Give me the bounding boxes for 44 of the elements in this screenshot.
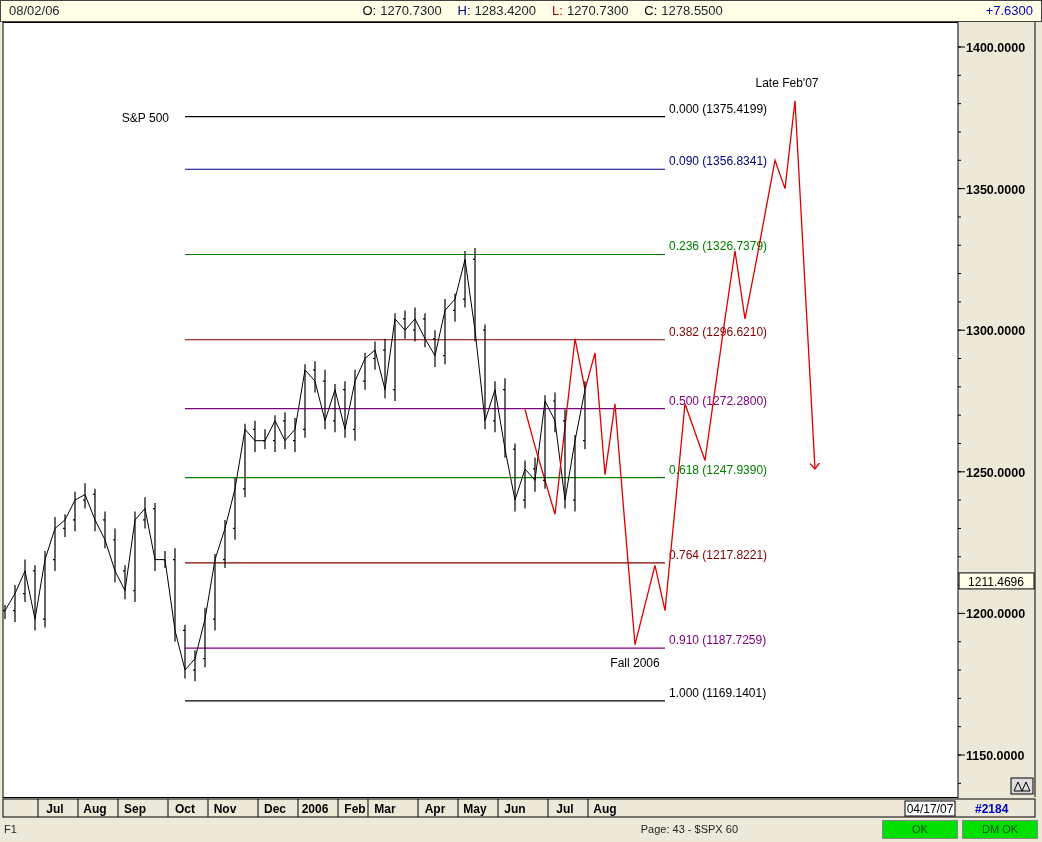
x-axis-label: Aug [593, 802, 617, 816]
field-label: C: [644, 2, 658, 20]
fib-level-label: 0.000 (1375.4199) [669, 101, 768, 116]
y-axis-label: 1200.0000 [966, 607, 1026, 622]
fib-level-label: 0.090 (1356.8341) [669, 154, 768, 169]
date-label: 04/17/07 [906, 802, 954, 816]
fib-level-label: 1.000 (1169.1401) [669, 685, 767, 700]
field-value: 1283.4200 [474, 2, 537, 20]
x-axis-label: Aug [83, 802, 107, 816]
bar-count-label: #2184 [975, 802, 1009, 816]
field-value: 1270.7300 [566, 2, 629, 20]
x-axis-label: Feb [344, 802, 366, 816]
change-value: +7.6300 [985, 2, 1033, 20]
x-axis-label: 2006 [301, 802, 329, 816]
chart-annotation: Late Feb'07 [755, 75, 819, 90]
x-axis-label: Nov [213, 802, 237, 816]
status-indicator[interactable]: OK [882, 819, 958, 839]
x-axis-label: Apr [424, 802, 446, 816]
field-value: 1278.5500 [661, 2, 723, 20]
x-axis-label: Sep [124, 802, 146, 816]
chart-annotation: Fall 2006 [610, 655, 660, 670]
chart-title: S&P 500 [121, 110, 169, 125]
y-axis-label: 1150.0000 [966, 749, 1025, 763]
date-label: 08/02/06 [9, 2, 60, 20]
x-axis-label: Dec [264, 802, 286, 816]
x-axis-label: Jun [504, 802, 526, 816]
x-axis-label: May [463, 802, 487, 816]
x-axis-label: Jul [556, 802, 574, 816]
fib-level-label: 0.910 (1187.7259) [669, 633, 767, 648]
y-axis-label: 1250.0000 [966, 465, 1026, 480]
field-label: H: [457, 2, 471, 20]
x-axis-label: Jul [46, 802, 64, 816]
function-key-label: F1 [4, 822, 17, 837]
price-marker-label: 1211.4696 [968, 574, 1024, 589]
x-axis-label: Oct [175, 802, 195, 816]
page-label: Page: 43 - $SPX 60 [640, 822, 738, 837]
y-axis-label: 1400.0000 [966, 41, 1026, 55]
y-axis-label: 1300.0000 [966, 324, 1026, 339]
y-axis-label: 1350.0000 [966, 182, 1026, 197]
field-label: L: [552, 2, 563, 20]
field-value: 1270.7300 [380, 2, 442, 20]
status-indicator[interactable]: DM OK [962, 819, 1038, 839]
x-axis-label: Mar [374, 802, 396, 816]
field-label: O: [362, 2, 377, 20]
